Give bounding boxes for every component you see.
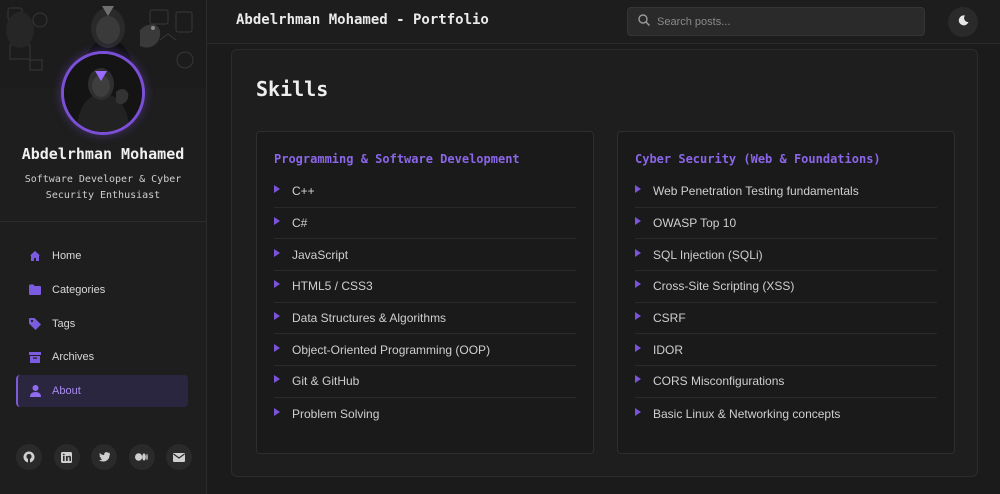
triangle-bullet-icon	[635, 407, 641, 416]
list-item: C#	[274, 208, 576, 240]
page-title: Skills	[256, 77, 329, 101]
skill-list: Web Penetration Testing fundamentals OWA…	[635, 176, 937, 430]
twitter-icon[interactable]	[91, 444, 117, 470]
list-item: Object-Oriented Programming (OOP)	[274, 334, 576, 367]
panel-title: Cyber Security (Web & Foundations)	[635, 152, 881, 166]
list-item: Cross-Site Scripting (XSS)	[635, 271, 937, 303]
skill-label: Cross-Site Scripting (XSS)	[653, 279, 795, 294]
skill-label: HTML5 / CSS3	[292, 279, 373, 294]
list-item: JavaScript	[274, 239, 576, 272]
list-item: Problem Solving	[274, 398, 576, 430]
avatar	[61, 51, 145, 135]
sidebar: Abdelrhman Mohamed Software Developer & …	[0, 0, 207, 494]
triangle-bullet-icon	[635, 312, 641, 321]
skill-list: C++ C# JavaScript HTML5 / CSS3 Data Stru…	[274, 176, 576, 430]
skill-label: CORS Misconfigurations	[653, 374, 785, 389]
search-box[interactable]	[627, 7, 925, 36]
list-item: HTML5 / CSS3	[274, 271, 576, 303]
triangle-bullet-icon	[274, 312, 280, 321]
sidebar-item-label: About	[52, 385, 81, 398]
tag-icon	[28, 317, 42, 331]
skill-label: Problem Solving	[292, 406, 380, 421]
list-item: OWASP Top 10	[635, 208, 937, 240]
list-item: SQL Injection (SQLi)	[635, 239, 937, 272]
home-icon	[28, 249, 42, 263]
user-icon	[28, 384, 42, 398]
skill-label: IDOR	[653, 342, 683, 357]
skill-panel-cybersecurity: Cyber Security (Web & Foundations) Web P…	[617, 131, 955, 454]
skill-label: Git & GitHub	[292, 374, 360, 389]
triangle-bullet-icon	[635, 280, 641, 289]
avatar-image	[64, 54, 142, 132]
triangle-bullet-icon	[274, 375, 280, 384]
search-icon	[638, 13, 651, 31]
skill-label: C++	[292, 184, 315, 199]
triangle-bullet-icon	[274, 248, 280, 257]
list-item: CSRF	[635, 303, 937, 335]
triangle-bullet-icon	[274, 343, 280, 352]
list-item: C++	[274, 176, 576, 208]
linkedin-icon[interactable]	[53, 444, 80, 470]
skill-label: Object-Oriented Programming (OOP)	[292, 342, 491, 357]
triangle-bullet-icon	[274, 407, 280, 416]
skill-label: SQL Injection (SQLi)	[653, 247, 763, 262]
github-icon[interactable]	[16, 444, 42, 470]
triangle-bullet-icon	[274, 217, 280, 226]
profile-bio: Software Developer & Cyber Security Enth…	[24, 174, 182, 201]
panel-title: Programming & Software Development	[274, 152, 520, 166]
moon-icon	[958, 13, 969, 31]
sidebar-item-label: Tags	[52, 317, 76, 330]
skill-label: Data Structures & Algorithms	[292, 311, 447, 326]
skill-label: OWASP Top 10	[653, 216, 737, 231]
skill-panel-programming: Programming & Software Development C++ C…	[256, 131, 594, 454]
triangle-bullet-icon	[635, 343, 641, 352]
sidebar-item-home[interactable]: Home	[16, 240, 188, 272]
sidebar-item-archives[interactable]: Archives	[16, 341, 188, 373]
list-item: CORS Misconfigurations	[635, 366, 937, 398]
triangle-bullet-icon	[635, 217, 641, 226]
sidebar-nav: Home Categories Tags Archives About	[16, 240, 188, 409]
triangle-bullet-icon	[635, 375, 641, 384]
triangle-bullet-icon	[635, 248, 641, 257]
sidebar-divider	[0, 221, 206, 222]
skill-label: Web Penetration Testing fundamentals	[653, 184, 859, 199]
folder-icon	[28, 283, 42, 297]
search-input[interactable]	[657, 15, 897, 28]
medium-icon[interactable]	[128, 444, 155, 470]
topbar: Abdelrhman Mohamed - Portfolio	[207, 0, 1000, 44]
skill-label: C#	[292, 216, 308, 231]
sidebar-item-about[interactable]: About	[16, 375, 188, 408]
list-item: Git & GitHub	[274, 366, 576, 398]
email-icon[interactable]	[166, 444, 192, 470]
list-item: Basic Linux & Networking concepts	[635, 398, 937, 430]
skills-card: Skills Programming & Software Developmen…	[231, 49, 978, 477]
list-item: Web Penetration Testing fundamentals	[635, 176, 937, 208]
sidebar-item-categories[interactable]: Categories	[16, 274, 188, 306]
sidebar-item-tags[interactable]: Tags	[16, 308, 188, 340]
triangle-bullet-icon	[274, 185, 280, 194]
skill-label: Basic Linux & Networking concepts	[653, 406, 841, 421]
triangle-bullet-icon	[274, 280, 280, 289]
site-title[interactable]: Abdelrhman Mohamed - Portfolio	[236, 12, 489, 28]
profile-name: Abdelrhman Mohamed	[21, 145, 185, 163]
sidebar-item-label: Categories	[52, 283, 106, 296]
sidebar-item-label: Home	[52, 250, 82, 262]
skill-label: CSRF	[653, 311, 686, 326]
social-links	[16, 444, 192, 470]
triangle-bullet-icon	[635, 185, 641, 194]
list-item: Data Structures & Algorithms	[274, 303, 576, 335]
theme-toggle-button[interactable]	[948, 7, 978, 37]
sidebar-item-label: Archives	[52, 351, 95, 364]
list-item: IDOR	[635, 334, 937, 367]
skill-label: JavaScript	[292, 247, 349, 262]
archive-icon	[28, 350, 42, 364]
